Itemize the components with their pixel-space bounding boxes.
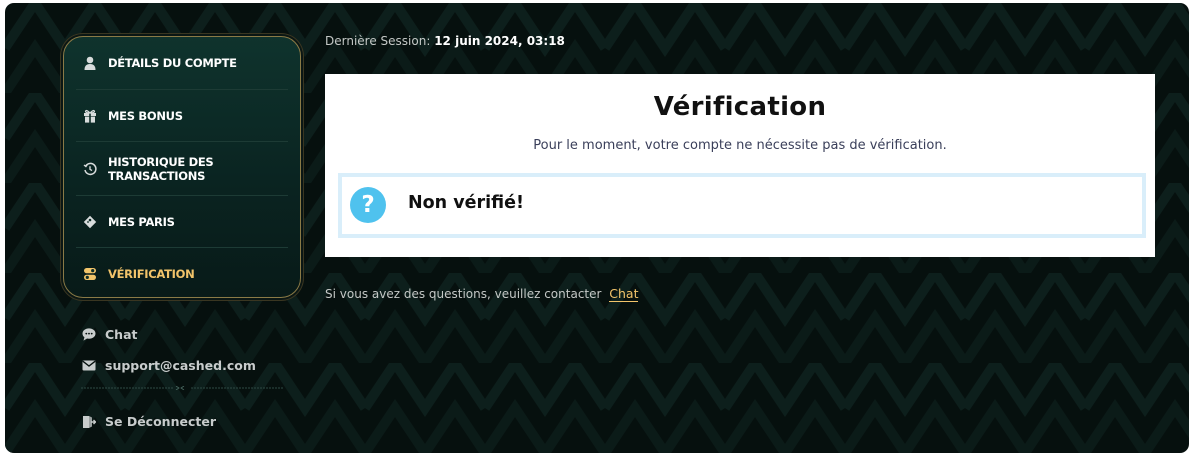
menu-item-label: HISTORIQUE DES TRANSACTIONS [108, 154, 214, 183]
last-session: Dernière Session: 12 juin 2024, 03:18 [325, 34, 565, 48]
menu-item-my-bets[interactable]: MES PARIS [76, 196, 288, 248]
user-icon [82, 55, 98, 71]
chat-link[interactable]: Chat [81, 319, 291, 350]
menu-item-verification[interactable]: VÉRIFICATION [76, 248, 288, 300]
verification-status: Non vérifié! [408, 193, 524, 213]
ticket-icon [82, 214, 98, 230]
email-link[interactable]: support@cashed.com [81, 350, 291, 381]
chat-bubble-icon [81, 327, 97, 343]
envelope-icon [81, 358, 97, 374]
last-session-label: Dernière Session: [325, 34, 431, 48]
menu-item-transaction-history[interactable]: HISTORIQUE DES TRANSACTIONS [76, 142, 288, 196]
gift-icon [82, 108, 98, 124]
history-icon [82, 161, 98, 177]
menu-item-label: DÉTAILS DU COMPTE [108, 56, 237, 70]
sidebar-divider [81, 386, 283, 390]
verification-description: Pour le moment, votre compte ne nécessit… [533, 138, 947, 153]
menu-item-account-details[interactable]: DÉTAILS DU COMPTE [76, 37, 288, 90]
app-frame: DÉTAILS DU COMPTE MES BONUS HISTORIQUE D… [5, 3, 1189, 453]
logout-icon [81, 414, 97, 430]
menu-item-label: VÉRIFICATION [108, 267, 195, 281]
last-session-value: 12 juin 2024, 03:18 [434, 34, 565, 48]
verification-card: Vérification Pour le moment, votre compt… [325, 74, 1155, 257]
contact-chat-link[interactable]: Chat [609, 286, 639, 302]
page-title: Vérification [653, 92, 827, 122]
contact-line: Si vous avez des questions, veuillez con… [325, 286, 639, 302]
account-menu: DÉTAILS DU COMPTE MES BONUS HISTORIQUE D… [63, 36, 301, 298]
logout-link[interactable]: Se Déconnecter [81, 406, 216, 437]
menu-item-label: MES PARIS [108, 214, 175, 229]
support-links: Chat support@cashed.com [81, 319, 291, 381]
logout-link-label: Se Déconnecter [105, 414, 216, 429]
toggle-icon [82, 266, 98, 282]
question-icon: ? [350, 187, 386, 223]
menu-item-bonuses[interactable]: MES BONUS [76, 90, 288, 142]
menu-item-label: MES BONUS [108, 108, 183, 123]
chat-link-label: Chat [105, 327, 138, 342]
contact-text: Si vous avez des questions, veuillez con… [325, 287, 602, 301]
email-link-label: support@cashed.com [105, 358, 256, 373]
verification-status-box: ? Non vérifié! [338, 173, 1146, 238]
